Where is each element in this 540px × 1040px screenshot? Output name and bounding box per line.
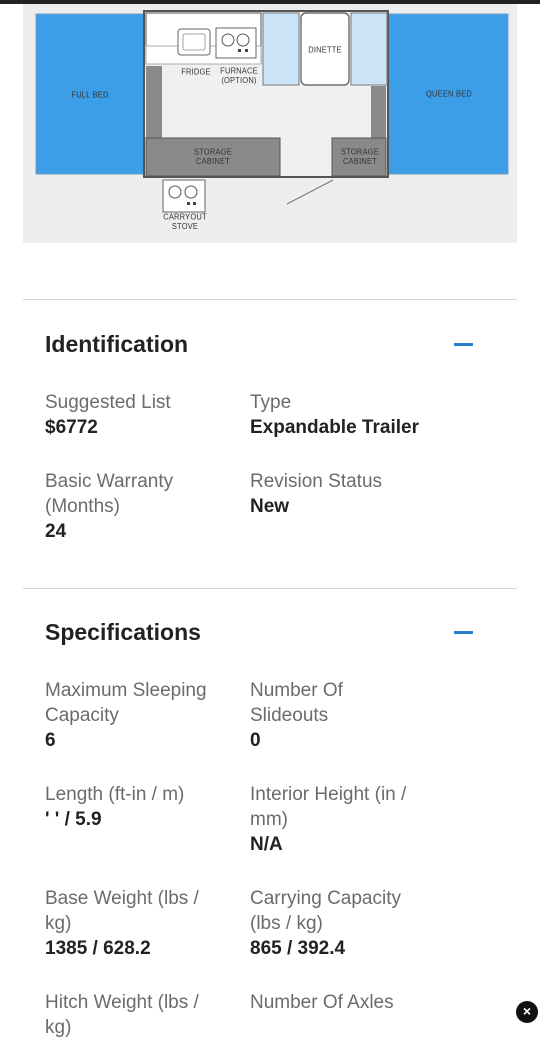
field-suggested-list: Suggested List $6772 <box>45 390 235 440</box>
field-value: 1385 / 628.2 <box>45 938 151 959</box>
field-max-sleeping-capacity: Maximum Sleeping Capacity 6 <box>45 678 240 753</box>
field-interior-height: Interior Height (in / mm) N/A <box>250 782 440 857</box>
floorplan-label-carryout-stove: CARRYOUT STOVE <box>163 211 207 232</box>
minus-icon <box>454 343 473 346</box>
field-basic-warranty: Basic Warranty (Months) 24 <box>45 469 215 544</box>
field-label: Interior Height (in / mm) <box>250 784 407 830</box>
specifications-title: Specifications <box>45 619 201 645</box>
field-value: 6 <box>45 730 56 751</box>
field-label: Revision Status <box>250 471 383 492</box>
floorplan-label-full-bed: FULL BED <box>71 89 109 100</box>
field-label: Length (ft-in / m) <box>45 784 185 805</box>
field-hitch-weight: Hitch Weight (lbs / kg) <box>45 990 225 1040</box>
floorplan-label-dinette: DINETTE <box>308 44 342 55</box>
field-label: Base Weight (lbs / kg) <box>45 888 199 934</box>
field-label: Suggested List <box>45 392 171 413</box>
field-number-of-slideouts: Number Of Slideouts 0 <box>250 678 400 753</box>
floorplan-label-storage-right: STORAGE CABINET <box>341 146 379 167</box>
field-label: Number Of Slideouts <box>250 680 343 726</box>
field-label: Type <box>250 392 292 413</box>
floorplan-drawing <box>35 10 509 213</box>
field-label: Hitch Weight (lbs / kg) <box>45 992 199 1038</box>
field-value: ' ' / 5.9 <box>45 809 102 830</box>
field-value: Expandable Trailer <box>250 417 419 438</box>
floorplan-label-storage-left: STORAGE CABINET <box>194 146 232 167</box>
minus-icon <box>454 631 473 634</box>
field-type: Type Expandable Trailer <box>250 390 510 440</box>
field-label: Carrying Capacity (lbs / kg) <box>250 888 401 934</box>
field-label: Number Of Axles <box>250 992 394 1013</box>
field-number-of-axles: Number Of Axles <box>250 990 440 1015</box>
field-length: Length (ft-in / m) ' ' / 5.9 <box>45 782 240 832</box>
floorplan-image: FULL BED QUEEN BED FRIDGE FURNACE (OPTIO… <box>23 4 517 243</box>
field-value: N/A <box>250 834 283 855</box>
floorplan-label-fridge: FRIDGE <box>181 66 211 77</box>
section-divider <box>23 299 517 300</box>
field-base-weight: Base Weight (lbs / kg) 1385 / 628.2 <box>45 886 225 961</box>
field-label: Maximum Sleeping Capacity <box>45 680 207 726</box>
field-value: 24 <box>45 521 67 542</box>
field-value: New <box>250 496 290 517</box>
field-revision-status: Revision Status New <box>250 469 470 519</box>
close-icon[interactable]: × <box>516 1001 538 1023</box>
field-label: Basic Warranty (Months) <box>45 471 174 517</box>
specifications-collapse-button[interactable] <box>452 622 474 644</box>
floorplan-label-furnace: FURNACE (OPTION) <box>220 65 258 86</box>
field-carrying-capacity: Carrying Capacity (lbs / kg) 865 / 392.4 <box>250 886 430 961</box>
section-divider <box>23 588 517 589</box>
floorplan-label-queen-bed: QUEEN BED <box>426 88 472 99</box>
identification-title: Identification <box>45 331 189 357</box>
field-value: 865 / 392.4 <box>250 938 346 959</box>
field-value: $6772 <box>45 417 98 438</box>
field-value: 0 <box>250 730 261 751</box>
identification-collapse-button[interactable] <box>452 334 474 356</box>
